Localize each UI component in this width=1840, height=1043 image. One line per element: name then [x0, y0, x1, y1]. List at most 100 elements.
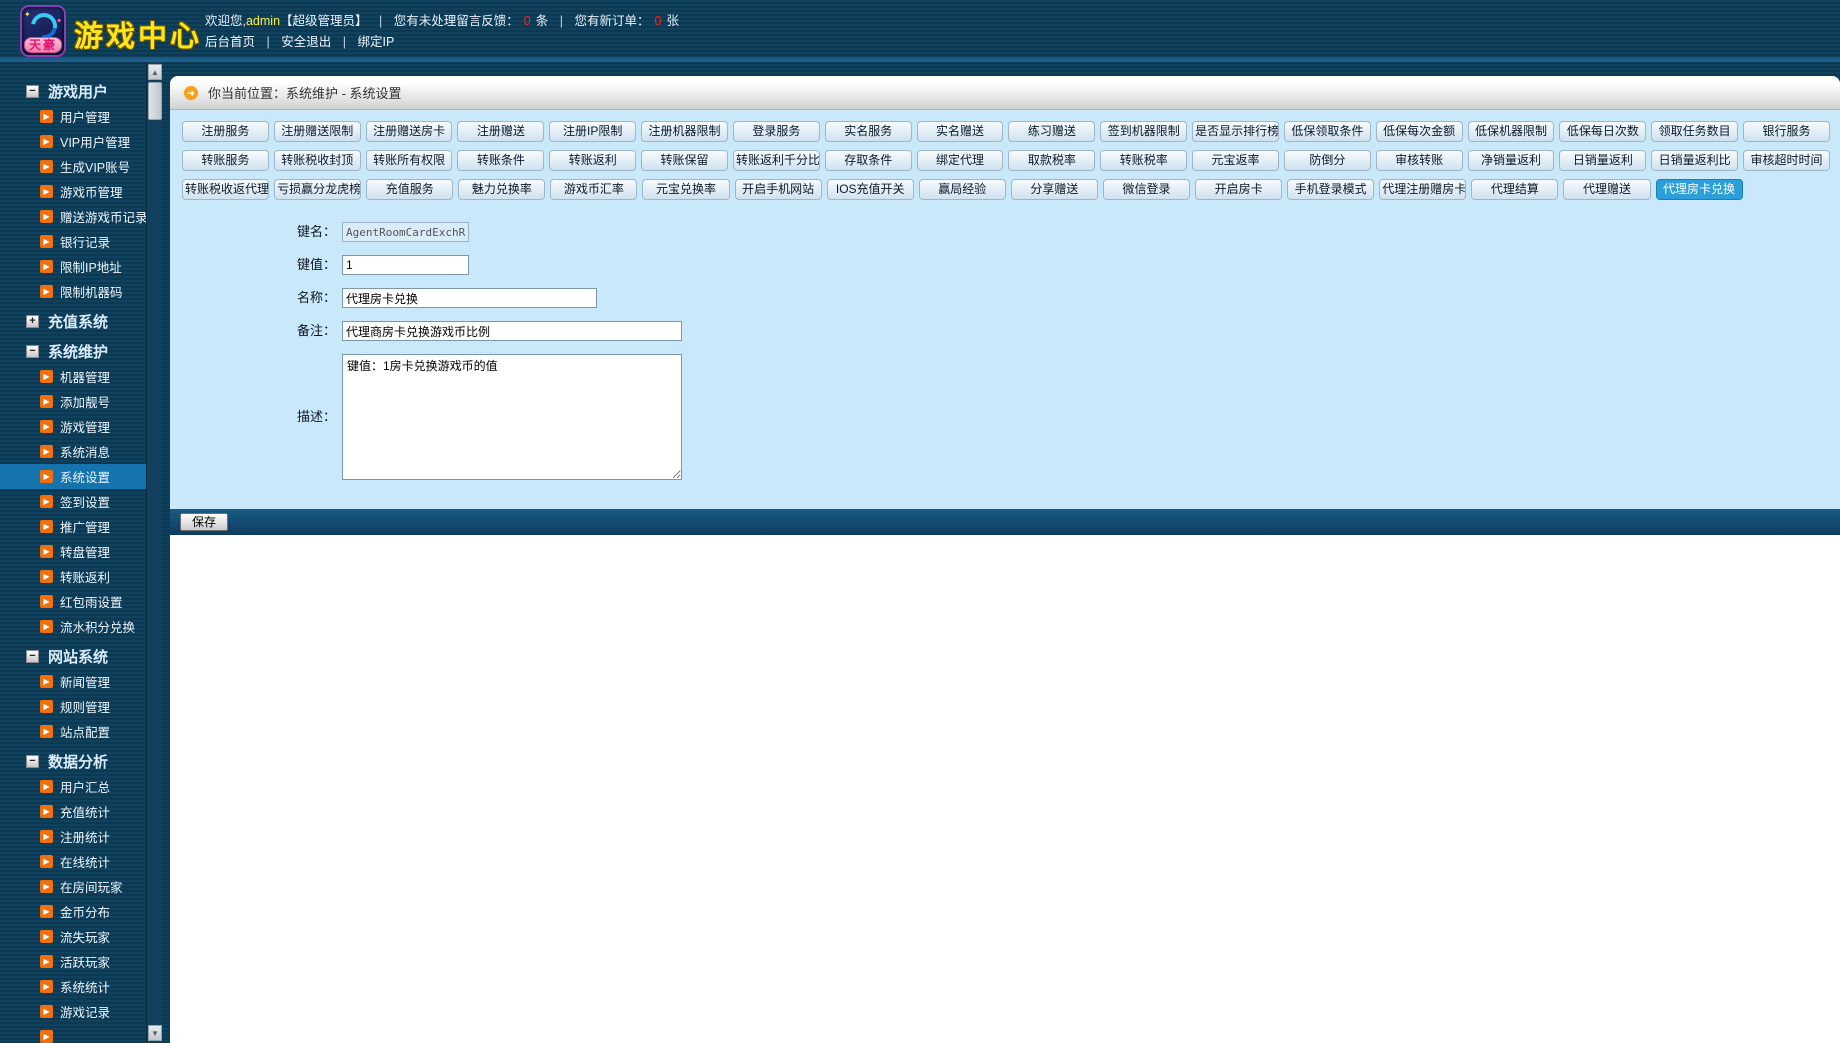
- sidebar-scrollbar[interactable]: ▲ ▼: [146, 62, 162, 1043]
- tab-button[interactable]: 亏损赢分龙虎榜: [274, 179, 362, 200]
- sidebar-section-website[interactable]: − 网站系统: [0, 643, 146, 669]
- sidebar-item-bank-record[interactable]: ▶ 银行记录: [0, 229, 146, 254]
- sidebar-item-news-management[interactable]: ▶ 新闻管理: [0, 669, 146, 694]
- tab-button[interactable]: 元宝兑换率: [642, 179, 730, 200]
- sidebar-item-game-coin[interactable]: ▶ 游戏币管理: [0, 179, 146, 204]
- sidebar-item-add-nice-number[interactable]: ▶ 添加靓号: [0, 389, 146, 414]
- sidebar-section-system-maintenance[interactable]: − 系统维护: [0, 338, 146, 364]
- tab-button[interactable]: 元宝返率: [1192, 150, 1279, 171]
- tab-button[interactable]: 微信登录: [1102, 179, 1191, 200]
- sidebar-item-transfer-rebate[interactable]: ▶ 转账返利: [0, 564, 146, 589]
- tab-button[interactable]: 防倒分: [1283, 150, 1371, 171]
- expand-icon[interactable]: +: [26, 314, 39, 328]
- tab-button[interactable]: 开启手机网站: [734, 179, 822, 200]
- sidebar-item-system-stats[interactable]: ▶ 系统统计: [0, 974, 146, 999]
- sidebar-item-checkin-settings[interactable]: ▶ 签到设置: [0, 489, 146, 514]
- tab-button[interactable]: 转账服务: [182, 150, 269, 171]
- sidebar-item-site-config[interactable]: ▶ 站点配置: [0, 719, 146, 744]
- tab-button[interactable]: 注册赠送: [457, 121, 545, 142]
- sidebar-item-gold-distribution[interactable]: ▶ 金币分布: [0, 899, 146, 924]
- tab-button[interactable]: 低保每日次数: [1559, 121, 1647, 142]
- sidebar-item-partial[interactable]: ▶: [0, 1024, 146, 1043]
- tab-button[interactable]: 转账返利: [549, 150, 637, 171]
- tab-button[interactable]: 游戏币汇率: [550, 179, 638, 200]
- tab-button[interactable]: 取款税率: [1008, 150, 1096, 171]
- sidebar-item-limit-ip[interactable]: ▶ 限制IP地址: [0, 254, 146, 279]
- tab-button[interactable]: 低保机器限制: [1467, 121, 1555, 142]
- note-field[interactable]: [342, 321, 682, 341]
- sidebar-item-gift-coin-record[interactable]: ▶ 赠送游戏币记录: [0, 204, 146, 229]
- tab-button[interactable]: 注册机器限制: [641, 121, 728, 142]
- tab-button[interactable]: IOS充值开关: [826, 179, 914, 200]
- sidebar-section-data-analysis[interactable]: − 数据分析: [0, 748, 146, 774]
- tab-button[interactable]: 魅力兑换率: [458, 179, 546, 200]
- sidebar-item-game-management[interactable]: ▶ 游戏管理: [0, 414, 146, 439]
- scrollbar-thumb[interactable]: [148, 82, 162, 120]
- tab-button[interactable]: 练习赠送: [1008, 121, 1096, 142]
- tab-button[interactable]: 赢局经验: [918, 179, 1006, 200]
- tab-button[interactable]: 实名赠送: [916, 121, 1004, 142]
- sidebar-item-recharge-stats[interactable]: ▶ 充值统计: [0, 799, 146, 824]
- link-safe-logout[interactable]: 安全退出: [281, 35, 331, 49]
- tab-button[interactable]: 低保每次金额: [1375, 121, 1463, 142]
- tab-button[interactable]: 注册赠送限制: [273, 121, 361, 142]
- tab-button[interactable]: 分享赠送: [1010, 179, 1098, 200]
- sidebar-item-vip-user-management[interactable]: ▶ VIP用户管理: [0, 129, 146, 154]
- sidebar-item-system-settings[interactable]: ▶ 系统设置: [0, 464, 146, 489]
- tab-button[interactable]: 登录服务: [732, 121, 820, 142]
- tab-button[interactable]: 手机登录模式: [1287, 179, 1375, 200]
- tab-button[interactable]: 领取任务数目: [1651, 121, 1739, 142]
- sidebar-item-game-record[interactable]: ▶ 游戏记录: [0, 999, 146, 1024]
- sidebar-item-redpacket-rain[interactable]: ▶ 红包雨设置: [0, 589, 146, 614]
- sidebar-item-promotion-management[interactable]: ▶ 推广管理: [0, 514, 146, 539]
- collapse-icon[interactable]: −: [26, 754, 39, 768]
- desc-field[interactable]: 键值：1房卡兑换游戏币的值: [342, 354, 682, 480]
- tab-agent-roomcard-exchange[interactable]: 代理房卡兑换: [1655, 179, 1743, 200]
- tab-button[interactable]: 存取条件: [824, 150, 912, 171]
- tab-button[interactable]: 注册IP限制: [549, 121, 637, 142]
- tab-button[interactable]: 转账所有权限: [365, 150, 453, 171]
- sidebar-item-user-management[interactable]: ▶ 用户管理: [0, 104, 146, 129]
- sidebar-item-rules-management[interactable]: ▶ 规则管理: [0, 694, 146, 719]
- tab-button[interactable]: 代理结算: [1471, 179, 1559, 200]
- scroll-down-icon[interactable]: ▼: [148, 1025, 162, 1041]
- tab-button[interactable]: 日销量返利比: [1651, 150, 1739, 171]
- sidebar-item-lost-players[interactable]: ▶ 流失玩家: [0, 924, 146, 949]
- tab-button[interactable]: 审核转账: [1375, 150, 1463, 171]
- name-field[interactable]: [342, 288, 597, 308]
- sidebar-item-user-summary[interactable]: ▶ 用户汇总: [0, 774, 146, 799]
- link-bind-ip[interactable]: 绑定IP: [357, 35, 394, 49]
- tab-button[interactable]: 审核超时时间: [1743, 150, 1830, 171]
- tab-button[interactable]: 转账返利千分比: [732, 150, 820, 171]
- sidebar-section-recharge[interactable]: + 充值系统: [0, 308, 146, 334]
- tab-button[interactable]: 开启房卡: [1195, 179, 1283, 200]
- tab-button[interactable]: 转账条件: [457, 150, 545, 171]
- collapse-icon[interactable]: −: [26, 344, 39, 358]
- tab-button[interactable]: 转账税收返代理: [182, 179, 270, 200]
- sidebar-item-active-players[interactable]: ▶ 活跃玩家: [0, 949, 146, 974]
- tab-button[interactable]: 充值服务: [366, 179, 454, 200]
- tab-button[interactable]: 净销量返利: [1467, 150, 1555, 171]
- tab-button[interactable]: 转账税收封顶: [273, 150, 361, 171]
- collapse-icon[interactable]: −: [26, 84, 39, 98]
- link-backstage-home[interactable]: 后台首页: [205, 35, 255, 49]
- tab-button[interactable]: 注册赠送房卡: [365, 121, 453, 142]
- tab-button[interactable]: 签到机器限制: [1100, 121, 1188, 142]
- tab-button[interactable]: 转账税率: [1100, 150, 1188, 171]
- tab-button[interactable]: 代理赠送: [1563, 179, 1651, 200]
- tab-button[interactable]: 银行服务: [1743, 121, 1830, 142]
- sidebar-item-players-in-room[interactable]: ▶ 在房间玩家: [0, 874, 146, 899]
- sidebar-item-flow-points-exchange[interactable]: ▶ 流水积分兑换: [0, 614, 146, 639]
- sidebar-item-limit-machine[interactable]: ▶ 限制机器码: [0, 279, 146, 304]
- tab-button[interactable]: 绑定代理: [916, 150, 1004, 171]
- tab-button[interactable]: 实名服务: [824, 121, 912, 142]
- tab-button[interactable]: 日销量返利: [1559, 150, 1647, 171]
- sidebar-item-machine-management[interactable]: ▶ 机器管理: [0, 364, 146, 389]
- sidebar-section-game-users[interactable]: − 游戏用户: [0, 78, 146, 104]
- scroll-up-icon[interactable]: ▲: [148, 64, 162, 80]
- tab-button[interactable]: 注册服务: [182, 121, 269, 142]
- sidebar-item-system-message[interactable]: ▶ 系统消息: [0, 439, 146, 464]
- save-button[interactable]: 保存: [180, 513, 229, 531]
- collapse-icon[interactable]: −: [26, 649, 39, 663]
- sidebar-item-register-stats[interactable]: ▶ 注册统计: [0, 824, 146, 849]
